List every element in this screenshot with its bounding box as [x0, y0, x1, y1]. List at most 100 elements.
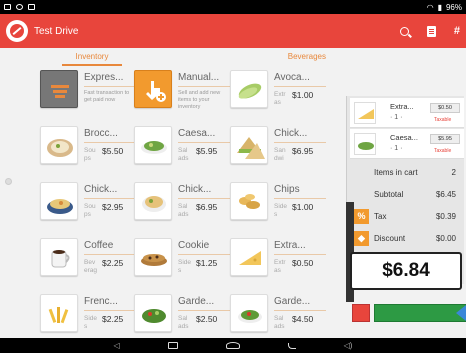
avocado-icon	[230, 70, 268, 108]
cart-item-taxable[interactable]: Taxable	[434, 148, 451, 154]
tag-icon[interactable]: ◆	[354, 231, 369, 246]
product-tile-garden-salad-large[interactable]: Garde... Sal ads $4.50	[228, 292, 328, 342]
tile-price: $1.25	[196, 258, 218, 268]
discount-row[interactable]: ◆ Discount $0.00	[354, 228, 464, 250]
caesar-salad-icon	[354, 133, 376, 155]
tile-name: Extra...	[274, 240, 306, 251]
tile-price: $5.95	[196, 146, 218, 156]
recent-apps-icon[interactable]	[167, 342, 178, 349]
tax-row[interactable]: % Tax $0.39	[354, 206, 464, 228]
tab-inventory[interactable]: Inventory	[14, 48, 170, 66]
scroll-indicator[interactable]	[5, 178, 12, 185]
tile-name: Garde...	[178, 296, 215, 307]
product-tile-avocado[interactable]: Avoca... Extr as $1.00	[228, 68, 328, 118]
cart-item-qty[interactable]: · 1 ·	[390, 114, 402, 121]
cart-item-qty[interactable]: · 1 ·	[390, 145, 402, 152]
product-tile-garden-salad[interactable]: Garde... Sal ads $2.50	[132, 292, 232, 342]
action-bar: Test Drive #	[0, 14, 466, 48]
tile-name: Caesa...	[178, 128, 216, 139]
product-tile-chicken-sandwich[interactable]: Chick... San dwi $6.95	[228, 124, 328, 174]
cart-item-name: Extra...	[390, 102, 414, 111]
tile-price: $1.00	[292, 90, 314, 100]
items-in-cart-row: Items in cart 2	[374, 168, 456, 177]
tile-name: Chips	[274, 184, 300, 195]
manual-add-icon	[134, 70, 172, 108]
home-icon[interactable]	[225, 342, 240, 349]
cookie-icon	[134, 238, 172, 276]
fries-icon	[40, 294, 78, 332]
clear-cart-button[interactable]	[352, 304, 370, 322]
chicken-sandwich-icon	[230, 126, 268, 164]
tile-name: Coffee	[84, 240, 114, 251]
subtotal-row: Subtotal $6.45	[374, 190, 456, 199]
product-tile-chicken-soup[interactable]: Chick... Sou ps $2.95	[38, 180, 138, 230]
cheese-icon	[354, 102, 376, 124]
chicken-salad-icon	[134, 182, 172, 220]
tile-name: Chick...	[178, 184, 212, 195]
cart-summary: Items in cart 2 Subtotal $6.45 % Tax $0.…	[354, 162, 464, 250]
tile-price: $5.50	[102, 146, 124, 156]
garden-salad-icon	[134, 294, 172, 332]
product-tile-chips[interactable]: Chips Side s $1.00	[228, 180, 328, 230]
product-grid: Expres... Fast transaction to get paid n…	[14, 68, 328, 338]
chips-icon	[230, 182, 268, 220]
pay-button[interactable]	[374, 304, 466, 322]
receipt-icon[interactable]	[426, 25, 436, 37]
percent-icon[interactable]: %	[354, 209, 369, 224]
product-tile-caesar-salad[interactable]: Caesa... Sal ads $5.95	[132, 124, 232, 174]
broccoli-soup-icon	[40, 126, 78, 164]
screenshot-icon	[4, 4, 11, 10]
tile-name: Chick...	[84, 184, 118, 195]
garden-salad-large-icon	[230, 294, 268, 332]
volume-up-icon[interactable]: ◁)	[344, 341, 353, 350]
battery-percent: 96%	[445, 2, 462, 12]
product-tile-broccoli-soup[interactable]: Brocc... Sou ps $5.50	[38, 124, 138, 174]
tile-description: Sell and add new items to your inventory	[178, 90, 221, 110]
express-transaction-tile[interactable]: Expres... Fast transaction to get paid n…	[38, 68, 138, 118]
status-bar: ◠ ▮ 96%	[0, 0, 466, 14]
cart-item-taxable[interactable]: Taxable	[434, 117, 451, 123]
tile-price: $2.50	[196, 314, 218, 324]
product-tile-french-fries[interactable]: Frenc... Side s $2.25	[38, 292, 138, 342]
cart-item-price[interactable]: $0.50	[430, 103, 460, 113]
image-icon	[28, 4, 35, 10]
more-icon[interactable]: #	[454, 25, 460, 37]
back-icon[interactable]	[287, 342, 296, 349]
volume-down-icon[interactable]: ◁	[114, 341, 120, 350]
cart-panel: Extra... · 1 · $0.50 Taxable Caesa... · …	[346, 76, 466, 338]
product-tile-chicken-salad[interactable]: Chick... Sal ads $6.95	[132, 180, 232, 230]
tab-beverages[interactable]: Beverages	[170, 48, 328, 66]
tile-price: $2.25	[102, 314, 124, 324]
product-tile-cookie[interactable]: Cookie Side s $1.25	[132, 236, 232, 286]
tile-name: Avoca...	[274, 72, 310, 83]
caesar-salad-icon	[134, 126, 172, 164]
battery-icon: ▮	[437, 2, 442, 12]
cart-item[interactable]: Caesa... · 1 · $5.95 Taxable	[350, 129, 464, 159]
product-tile-coffee[interactable]: Coffee Bev erag $2.25	[38, 236, 138, 286]
system-nav-bar: ◁ ◁)	[0, 338, 466, 353]
tile-name: Manual...	[178, 72, 220, 83]
cart-item-price[interactable]: $5.95	[430, 134, 460, 144]
tile-name: Brocc...	[84, 128, 118, 139]
tile-price: $4.50	[292, 314, 314, 324]
chicken-soup-icon	[40, 182, 78, 220]
tile-description: Fast transaction to get paid now	[84, 90, 130, 103]
tile-price: $2.25	[102, 258, 124, 268]
app-logo-icon[interactable]	[6, 20, 28, 42]
tile-price: $6.95	[196, 202, 218, 212]
tile-price: $1.00	[292, 202, 314, 212]
tile-price: $0.50	[292, 258, 314, 268]
tile-name: Expres...	[84, 72, 124, 83]
sync-icon	[16, 4, 23, 10]
tile-price: $2.95	[102, 202, 124, 212]
tile-name: Cookie	[178, 240, 210, 251]
wifi-icon: ◠	[426, 2, 434, 12]
category-tabs: Inventory Beverages	[14, 48, 328, 66]
product-tile-extra-cheese[interactable]: Extra... Extr as $0.50	[228, 236, 328, 286]
manual-item-tile[interactable]: Manual... Sell and add new items to your…	[132, 68, 232, 118]
tile-name: Frenc...	[84, 296, 118, 307]
express-icon	[40, 70, 78, 108]
search-icon[interactable]	[399, 26, 409, 36]
cart-item[interactable]: Extra... · 1 · $0.50 Taxable	[350, 98, 464, 128]
coffee-icon	[40, 238, 78, 276]
